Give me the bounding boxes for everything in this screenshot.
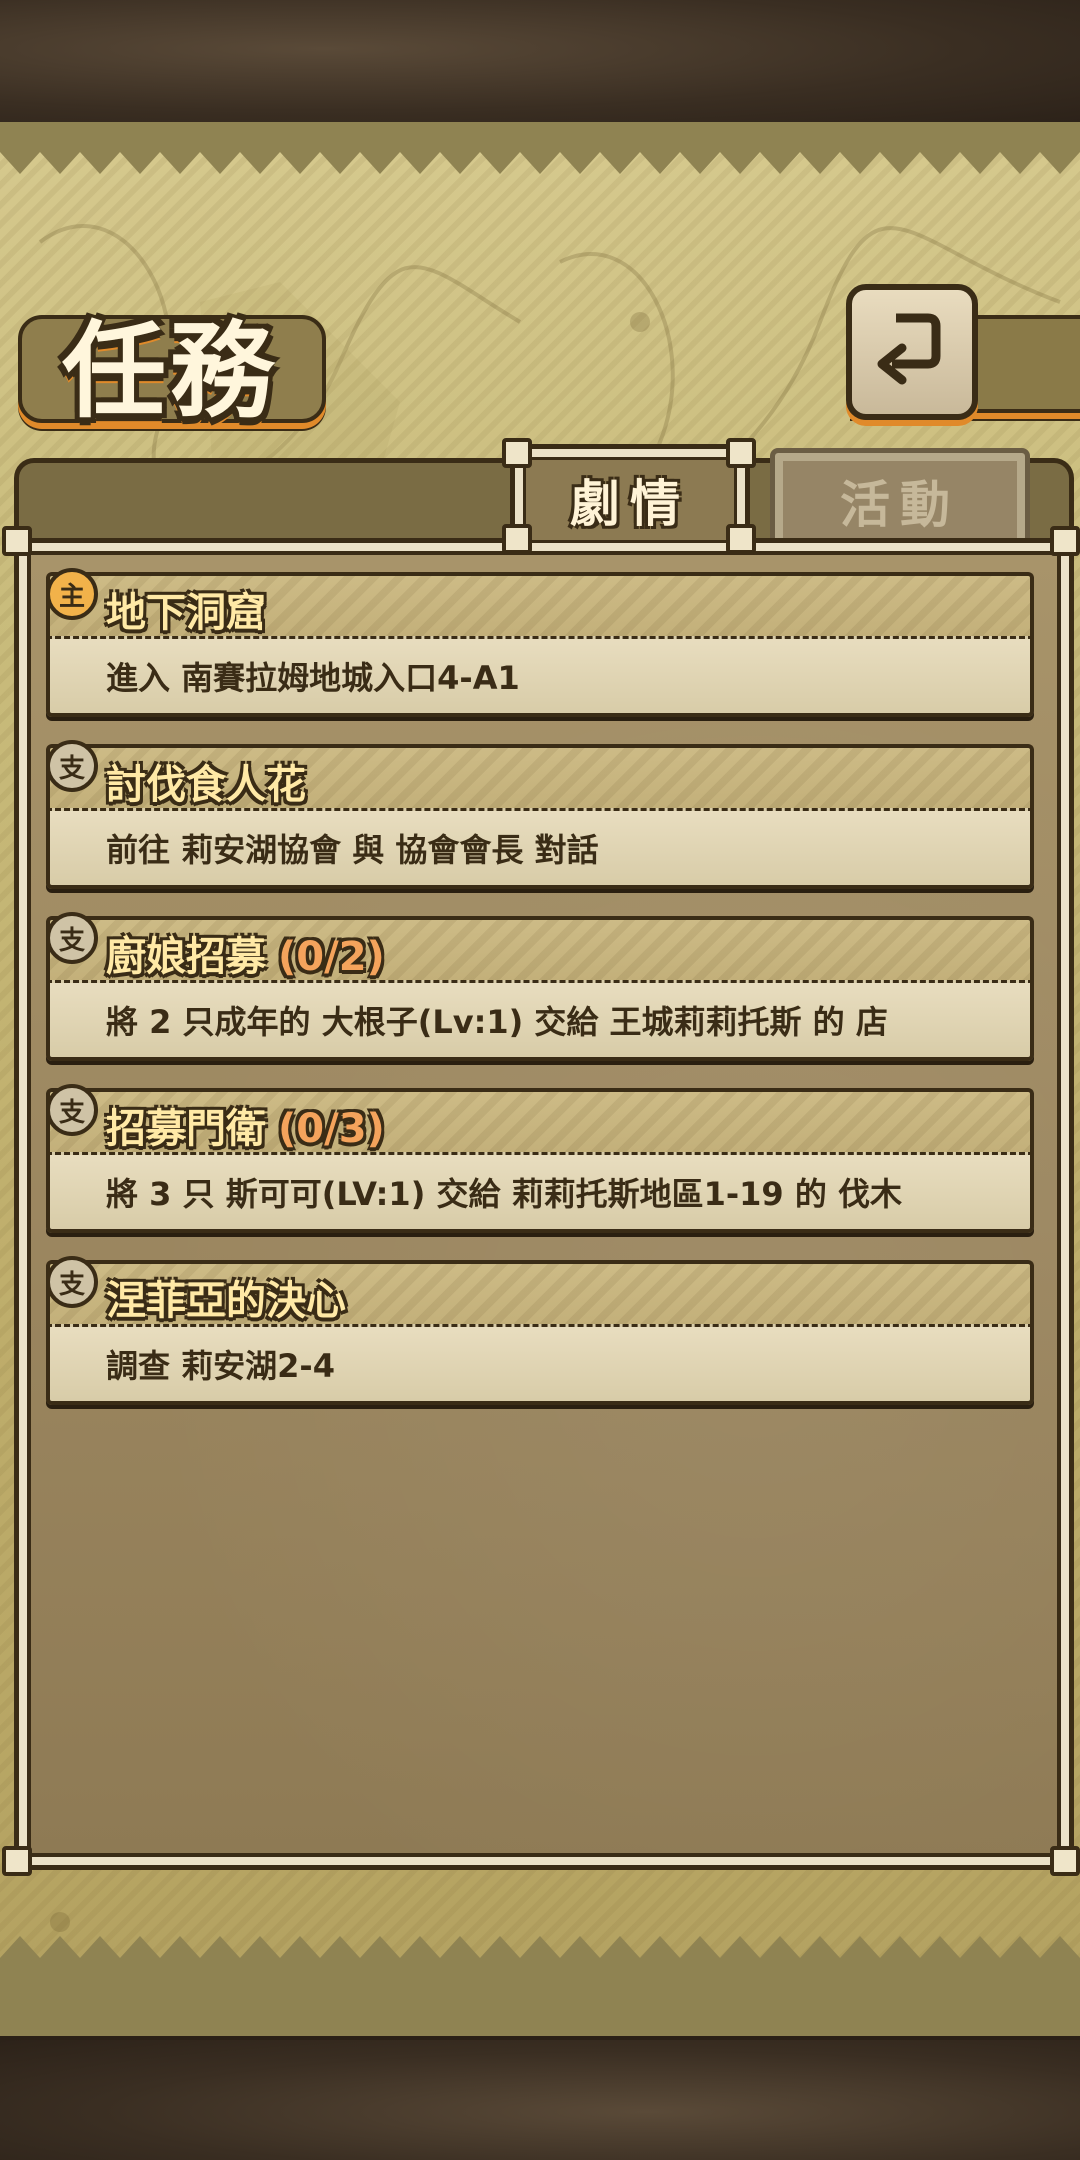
tab-event-label: 活動 [840,476,960,534]
quest-item[interactable]: 支 討伐食人花 前往 莉安湖協會 與 協會會長 對話 [46,740,1034,889]
quest-header: 支 廚娘招募 (0/2) [46,912,1034,982]
quest-title: 涅菲亞的決心 [106,1268,358,1326]
quest-title: 討伐食人花 [106,752,318,810]
quest-description: 進入 南賽拉姆地城入口4-A1 [106,659,520,697]
quest-item[interactable]: 支 廚娘招募 (0/2) 將 2 只成年的 大根子(Lv:1) 交給 王城莉莉托斯… [46,912,1034,1061]
tab-peg [502,524,532,554]
quest-description: 調查 莉安湖2-4 [106,1347,335,1385]
quest-title-text: 地下洞窟 [106,590,266,636]
quest-title: 地下洞窟 [106,580,278,638]
tab-peg [726,438,756,468]
quest-item[interactable]: 支 涅菲亞的決心 調查 莉安湖2-4 [46,1256,1034,1405]
side-quest-icon: 支 [46,1084,98,1136]
quest-body: 前往 莉安湖協會 與 協會會長 對話 [46,808,1034,889]
tab-peg [502,438,532,468]
zigzag-edge-bottom [0,1936,1080,2040]
quest-body: 將 3 只 斯可可(LV:1) 交給 莉莉托斯地區1-19 的 伐木 [46,1152,1034,1233]
quest-title: 招募門衛 (0/3) [106,1096,385,1154]
side-quest-icon: 支 [46,912,98,964]
quest-progress: (0/2) [278,934,385,980]
quest-item[interactable]: 主 地下洞窟 進入 南賽拉姆地城入口4-A1 [46,568,1034,717]
quest-description: 將 3 只 斯可可(LV:1) 交給 莉莉托斯地區1-19 的 伐木 [106,1175,902,1213]
quest-item[interactable]: 支 招募門衛 (0/3) 將 3 只 斯可可(LV:1) 交給 莉莉托斯地區1-1… [46,1084,1034,1233]
tab-story[interactable]: 劇情 [510,444,750,551]
quest-title-text: 招募門衛 [106,1106,266,1152]
page-title: 任務 [62,309,279,432]
tab-story-label: 劇情 [570,475,690,533]
tab-event[interactable]: 活動 [770,448,1030,549]
panel-peg [1050,1846,1080,1876]
tab-peg [726,524,756,554]
zigzag-edge-top [0,122,1080,174]
quest-body: 將 2 只成年的 大根子(Lv:1) 交給 王城莉莉托斯 的 店 [46,980,1034,1061]
side-quest-icon: 支 [46,1256,98,1308]
side-quest-icon: 支 [46,740,98,792]
quest-description: 前往 莉安湖協會 與 協會會長 對話 [106,831,599,869]
panel-peg [1050,526,1080,556]
panel-peg [2,1846,32,1876]
quest-title-text: 涅菲亞的決心 [106,1278,346,1324]
return-arrow-icon [877,313,941,385]
quest-header: 主 地下洞窟 [46,568,1034,638]
quest-title-text: 廚娘招募 [106,934,266,980]
quest-body: 進入 南賽拉姆地城入口4-A1 [46,636,1034,717]
top-border-band [0,0,1080,126]
quest-title: 廚娘招募 (0/2) [106,924,385,982]
quest-header: 支 招募門衛 (0/3) [46,1084,1034,1154]
bottom-border-band [0,2036,1080,2160]
back-button[interactable] [846,284,978,420]
quest-body: 調查 莉安湖2-4 [46,1324,1034,1405]
main-quest-icon: 主 [46,568,98,620]
quest-progress: (0/3) [278,1106,385,1152]
quest-header: 支 涅菲亞的決心 [46,1256,1034,1326]
quest-title-text: 討伐食人花 [106,762,306,808]
quest-description: 將 2 只成年的 大根子(Lv:1) 交給 王城莉莉托斯 的 店 [106,1003,888,1041]
panel-peg [2,526,32,556]
quest-header: 支 討伐食人花 [46,740,1034,810]
